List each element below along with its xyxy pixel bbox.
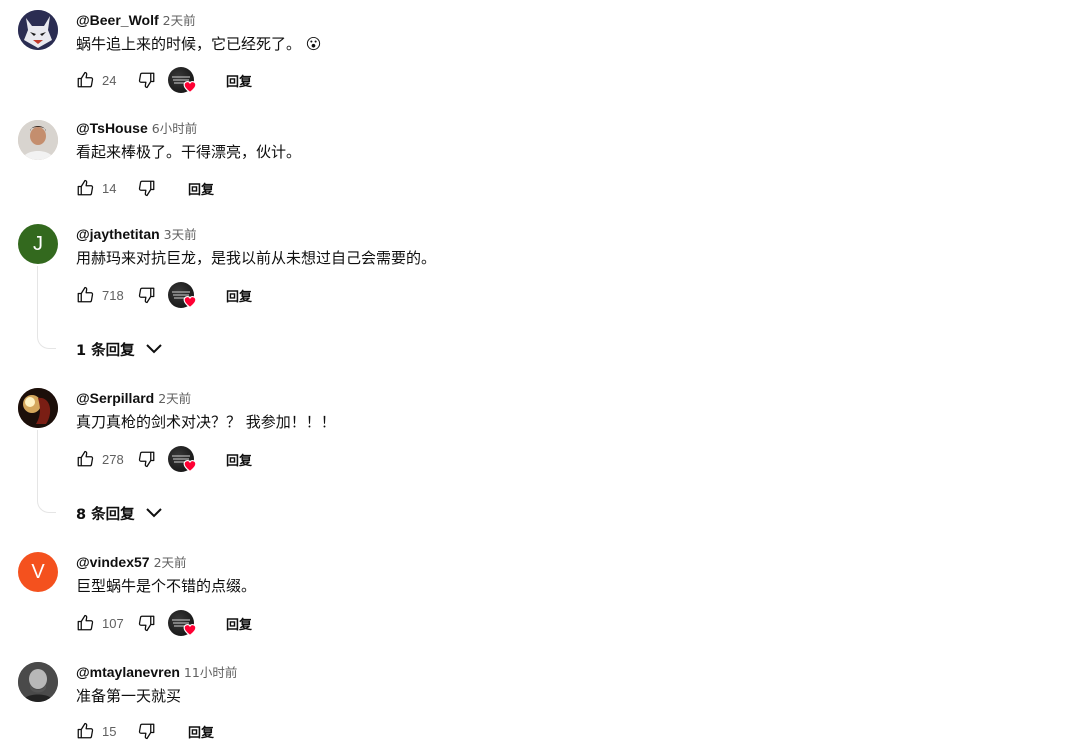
person-avatar-icon	[18, 662, 58, 702]
heart-icon	[183, 296, 197, 308]
dislike-button[interactable]	[138, 450, 156, 468]
reply-button[interactable]: 回复	[226, 71, 252, 90]
comment-text: 用赫玛来对抗巨龙，是我以前从未想过自己会需要的。	[76, 249, 437, 267]
timestamp[interactable]: 11小时前	[184, 665, 237, 680]
creator-heart[interactable]	[168, 445, 198, 473]
replies-count-label: 1 条回复	[76, 342, 135, 359]
comment-header: @mtaylanevren 11小时前	[76, 662, 237, 682]
timestamp[interactable]: 2天前	[163, 13, 196, 28]
like-count: 24	[102, 72, 117, 88]
avatar[interactable]: J	[18, 224, 58, 264]
avatar[interactable]	[18, 120, 58, 160]
chevron-down-icon	[145, 508, 162, 518]
reply-button[interactable]: 回复	[226, 614, 252, 633]
thumb-up-icon	[77, 179, 94, 196]
avatar[interactable]	[18, 10, 58, 50]
view-replies-toggle[interactable]: 1 条回复	[76, 337, 163, 361]
heart-icon	[183, 460, 197, 472]
fire-character-avatar-icon	[18, 388, 58, 428]
thumb-down-icon	[138, 180, 155, 197]
timestamp[interactable]: 6小时前	[152, 121, 197, 136]
thread-connector	[37, 266, 56, 349]
replies-count-label: 8 条回复	[76, 506, 135, 523]
reply-button[interactable]: 回复	[226, 286, 252, 305]
thumb-up-icon	[77, 722, 94, 739]
avatar[interactable]: V	[18, 552, 58, 592]
dislike-button[interactable]	[138, 614, 156, 632]
reply-button[interactable]: 回复	[188, 722, 214, 741]
reply-button[interactable]: 回复	[188, 179, 214, 198]
thumb-up-icon	[77, 614, 94, 631]
avatar[interactable]	[18, 388, 58, 428]
comment-text: 真刀真枪的剑术对决？？ 我参加！！！	[76, 413, 336, 431]
comment: @Serpillard 2天前 真刀真枪的剑术对决？？ 我参加！！！ 278 回复…	[0, 388, 1080, 528]
comment-actions: 14 回复	[76, 174, 214, 202]
thumb-down-icon	[138, 723, 155, 740]
comment-text: 准备第一天就买	[76, 687, 182, 705]
person-avatar-icon	[18, 120, 58, 160]
creator-heart[interactable]	[168, 66, 198, 94]
like-button[interactable]	[76, 71, 94, 89]
comment: @mtaylanevren 11小时前 准备第一天就买 15 回复	[0, 662, 1080, 743]
wolf-avatar-icon	[18, 10, 58, 50]
timestamp[interactable]: 2天前	[154, 555, 187, 570]
like-count: 278	[102, 451, 124, 467]
thumb-down-icon	[138, 287, 155, 304]
heart-icon	[183, 624, 197, 636]
comment-actions: 24 回复	[76, 66, 252, 94]
like-count: 107	[102, 615, 124, 631]
avatar[interactable]	[18, 662, 58, 702]
like-count: 15	[102, 723, 117, 739]
author-name[interactable]: @mtaylanevren	[76, 664, 180, 680]
comment-header: @Beer_Wolf 2天前	[76, 10, 196, 30]
thread-connector	[37, 430, 56, 513]
comment-header: @vindex57 2天前	[76, 552, 187, 572]
comment: V @vindex57 2天前 巨型蜗牛是个不错的点缀。 107 回复	[0, 552, 1080, 652]
astonished-emoji: 😮	[305, 35, 322, 53]
author-name[interactable]: @jaythetitan	[76, 226, 160, 242]
comment-text: 巨型蜗牛是个不错的点缀。	[76, 577, 257, 595]
heart-icon	[183, 81, 197, 93]
comment-header: @jaythetitan 3天前	[76, 224, 197, 244]
dislike-button[interactable]	[138, 286, 156, 304]
comment-text: 蜗牛追上来的时候，它已经死了。 😮	[76, 35, 322, 53]
like-button[interactable]	[76, 286, 94, 304]
like-button[interactable]	[76, 722, 94, 740]
comment-actions: 718 回复	[76, 281, 252, 309]
comment: J @jaythetitan 3天前 用赫玛来对抗巨龙，是我以前从未想过自己会需要…	[0, 224, 1080, 364]
comment-actions: 278 回复	[76, 445, 252, 473]
timestamp[interactable]: 3天前	[164, 227, 197, 242]
author-name[interactable]: @vindex57	[76, 554, 150, 570]
timestamp[interactable]: 2天前	[158, 391, 191, 406]
thumb-down-icon	[138, 72, 155, 89]
author-name[interactable]: @TsHouse	[76, 120, 148, 136]
dislike-button[interactable]	[138, 179, 156, 197]
reply-button[interactable]: 回复	[226, 450, 252, 469]
thumb-down-icon	[138, 615, 155, 632]
view-replies-toggle[interactable]: 8 条回复	[76, 501, 163, 525]
comment: @Beer_Wolf 2天前 蜗牛追上来的时候，它已经死了。 😮 24 回复	[0, 10, 1080, 110]
comment-actions: 107 回复	[76, 609, 252, 637]
thumb-up-icon	[77, 71, 94, 88]
like-button[interactable]	[76, 179, 94, 197]
comment-header: @TsHouse 6小时前	[76, 118, 197, 138]
thumb-down-icon	[138, 451, 155, 468]
dislike-button[interactable]	[138, 71, 156, 89]
like-count: 14	[102, 180, 117, 196]
comment: @TsHouse 6小时前 看起来棒极了。干得漂亮，伙计。 14 回复	[0, 118, 1080, 218]
like-button[interactable]	[76, 450, 94, 468]
creator-heart[interactable]	[168, 609, 198, 637]
dislike-button[interactable]	[138, 722, 156, 740]
thumb-up-icon	[77, 286, 94, 303]
author-name[interactable]: @Serpillard	[76, 390, 154, 406]
comment-header: @Serpillard 2天前	[76, 388, 191, 408]
like-button[interactable]	[76, 614, 94, 632]
creator-heart[interactable]	[168, 281, 198, 309]
author-name[interactable]: @Beer_Wolf	[76, 12, 159, 28]
chevron-down-icon	[145, 344, 162, 354]
thumb-up-icon	[77, 450, 94, 467]
comment-text: 看起来棒极了。干得漂亮，伙计。	[76, 143, 302, 161]
comment-actions: 15 回复	[76, 717, 214, 745]
like-count: 718	[102, 287, 124, 303]
